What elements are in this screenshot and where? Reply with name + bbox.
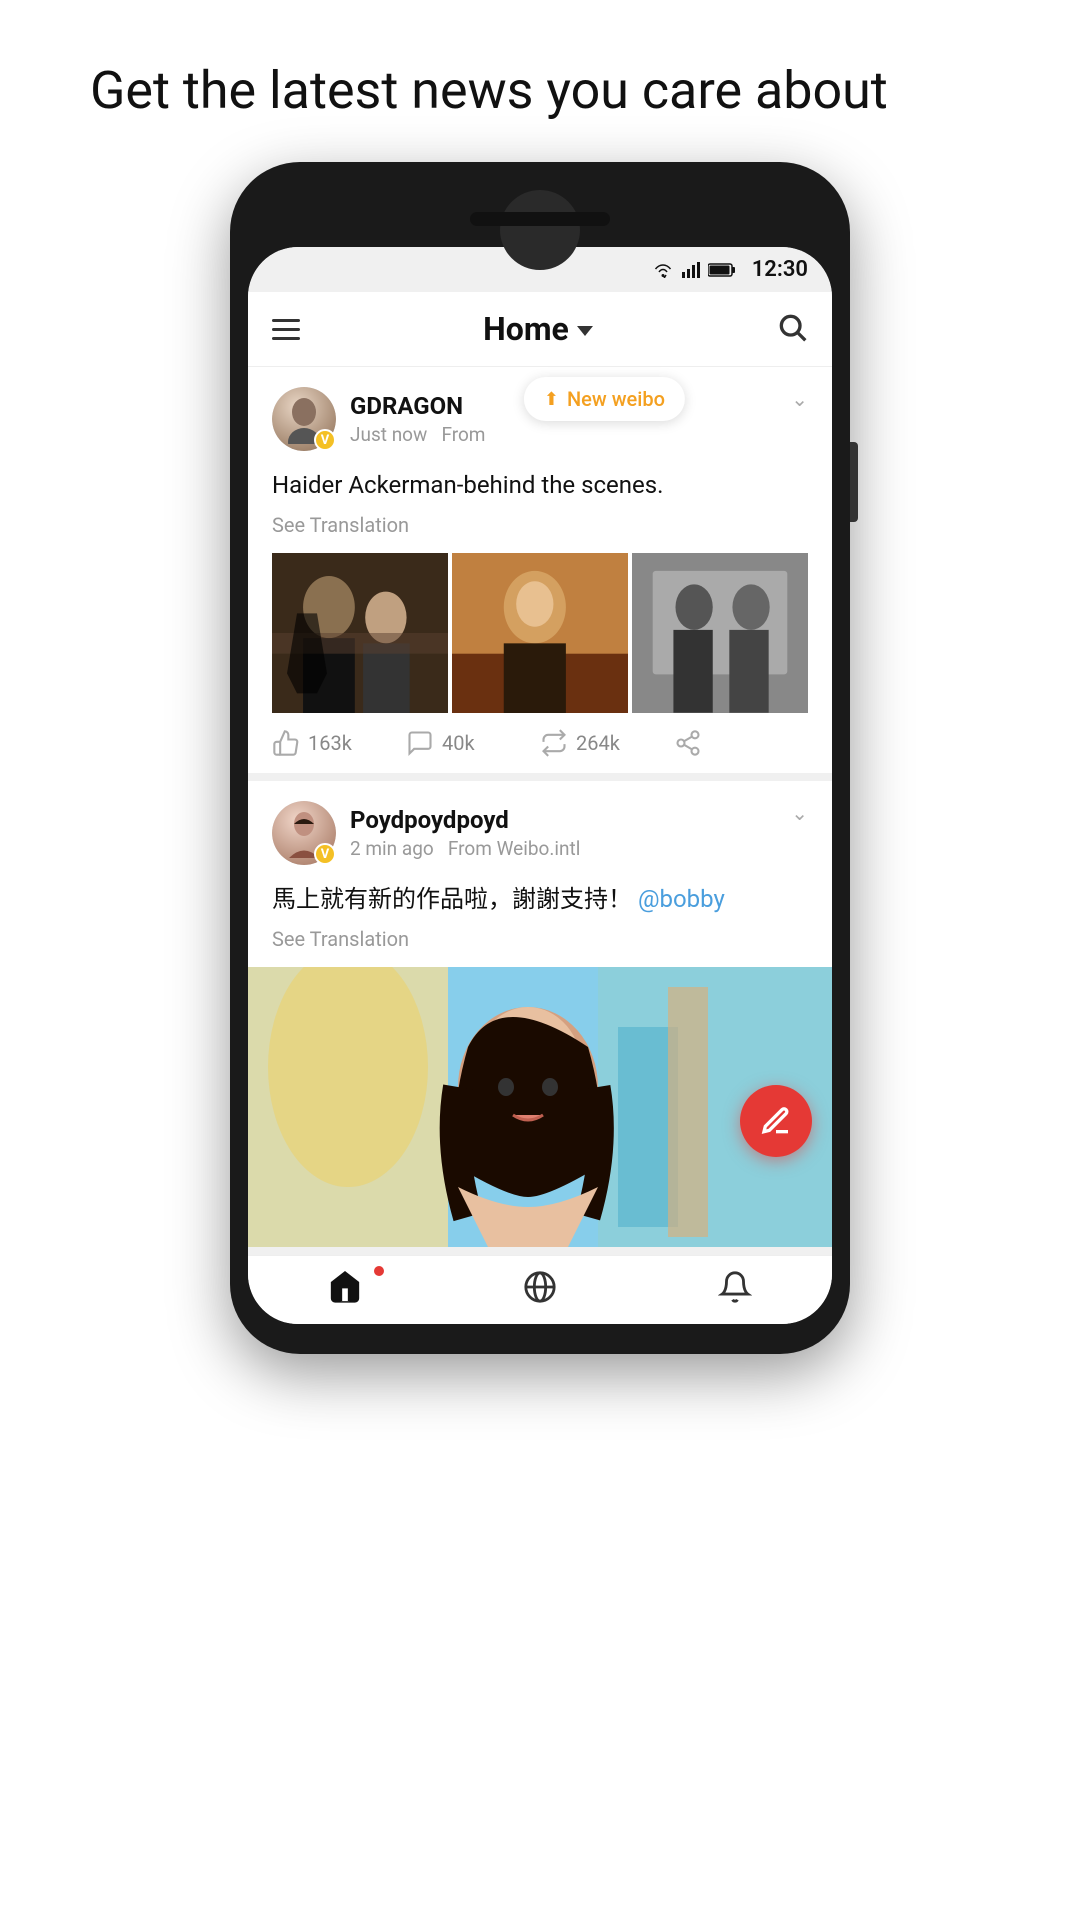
action-bar-1: 163k 40k 264k (272, 713, 808, 773)
post-card: V GDRAGON Just now From ⌄ (248, 367, 832, 781)
status-icons (652, 262, 736, 278)
wifi-icon (652, 262, 674, 278)
status-bar: 12:30 (248, 247, 832, 292)
like-button-1[interactable]: 163k (272, 729, 406, 757)
new-weibo-arrow: ⬆ (544, 389, 559, 410)
post-card-2: V Poydpoydpoyd 2 min ago From Weibo.intl… (248, 781, 832, 1255)
post-image-1[interactable] (272, 553, 448, 713)
repost-button-1[interactable]: 264k (540, 729, 674, 757)
user-info-2: Poydpoydpoyd 2 min ago From Weibo.intl (350, 806, 580, 860)
feed: V GDRAGON Just now From ⌄ (248, 367, 832, 1255)
battery-icon (708, 262, 736, 278)
comment-count-1: 40k (442, 731, 475, 755)
like-count-1: 163k (308, 731, 352, 755)
post-time: Just now From (350, 423, 485, 446)
nav-home[interactable] (248, 1270, 443, 1304)
app-header: Home (248, 292, 832, 367)
search-button[interactable] (776, 311, 808, 347)
new-weibo-badge[interactable]: ⬆ New weibo (524, 377, 685, 421)
screen: 12:30 Home ⬆ New weibo (248, 247, 832, 1324)
username: GDRAGON (350, 392, 485, 420)
post-images (272, 553, 808, 713)
mention-link[interactable]: @bobby (638, 885, 725, 913)
post-user-2: V Poydpoydpoyd 2 min ago From Weibo.intl (272, 801, 580, 865)
post-time-2: 2 min ago From Weibo.intl (350, 837, 580, 860)
phone-mockup: 12:30 Home ⬆ New weibo (230, 162, 850, 1354)
post-image-3[interactable] (632, 553, 808, 713)
nav-home-dot (374, 1266, 384, 1276)
menu-button[interactable] (272, 319, 300, 340)
user-info: GDRAGON Just now From (350, 392, 485, 446)
power-button (850, 442, 858, 522)
post-text: Haider Ackerman-behind the scenes. (272, 467, 808, 503)
bottom-nav (248, 1255, 832, 1324)
chevron-down-icon (577, 326, 593, 336)
post-user: V GDRAGON Just now From (272, 387, 485, 451)
nav-notifications[interactable] (637, 1270, 832, 1304)
page-headline: Get the latest news you care about (90, 60, 990, 122)
header-title[interactable]: Home (483, 310, 593, 348)
compose-fab[interactable] (740, 1085, 812, 1157)
username-2: Poydpoydpoyd (350, 806, 580, 834)
status-time: 12:30 (752, 257, 808, 282)
vip-badge-2: V (314, 843, 336, 865)
post-image-2[interactable] (452, 553, 628, 713)
new-weibo-label: New weibo (567, 387, 665, 411)
share-button-1[interactable] (674, 729, 808, 757)
see-translation-1[interactable]: See Translation (272, 513, 808, 537)
post-more-icon-2[interactable]: ⌄ (791, 801, 808, 825)
comment-button-1[interactable]: 40k (406, 729, 540, 757)
nav-explore[interactable] (443, 1270, 638, 1304)
avatar-wrap-2: V (272, 801, 336, 865)
repost-count-1: 264k (576, 731, 620, 755)
speaker (470, 212, 610, 226)
signal-icon (682, 262, 700, 278)
post-text-2: 馬上就有新的作品啦，謝謝支持！ @bobby (272, 881, 808, 917)
post-header-2: V Poydpoydpoyd 2 min ago From Weibo.intl… (272, 801, 808, 865)
avatar-wrap: V (272, 387, 336, 451)
home-label: Home (483, 310, 569, 348)
vip-badge: V (314, 429, 336, 451)
post-more-icon[interactable]: ⌄ (791, 387, 808, 411)
see-translation-2[interactable]: See Translation (272, 927, 808, 951)
